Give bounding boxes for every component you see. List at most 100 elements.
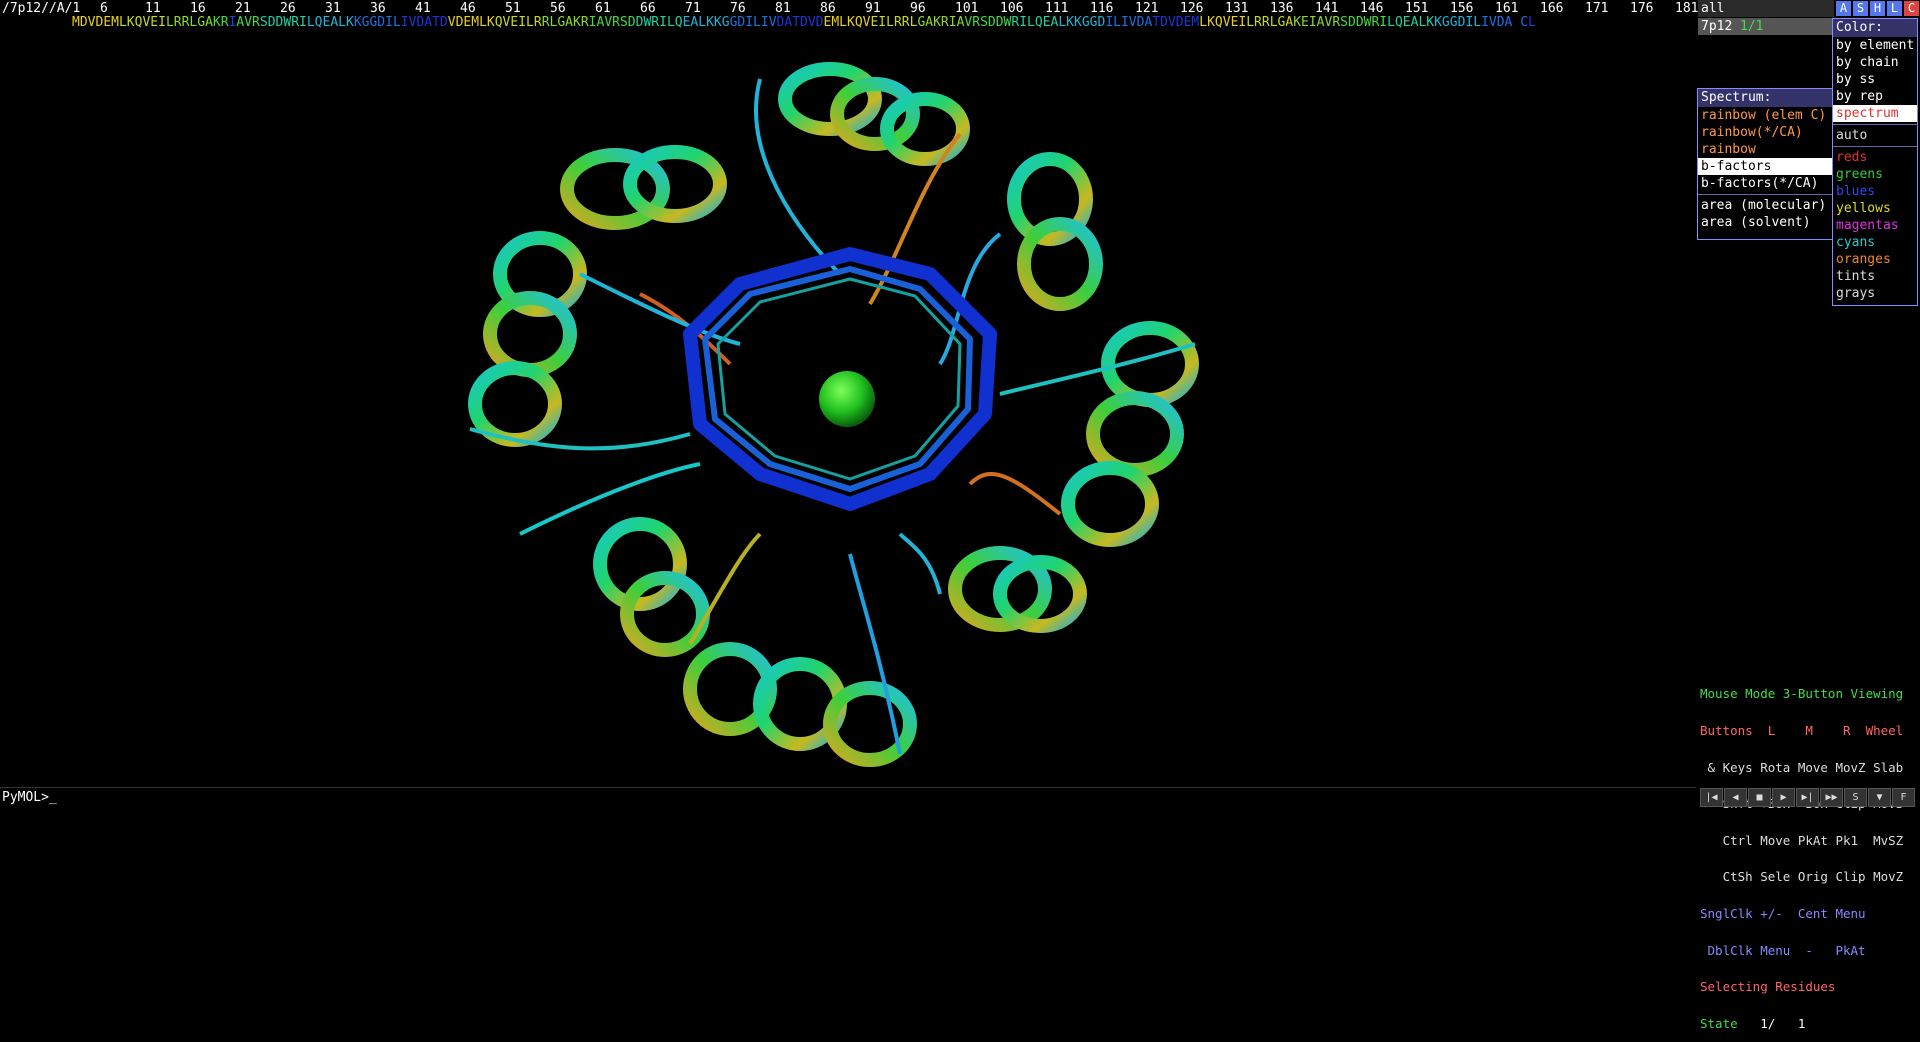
sequence-residue[interactable]: I <box>1121 15 1129 30</box>
object-row-all[interactable]: all <box>1698 0 1834 17</box>
sequence-residue[interactable]: A <box>925 15 933 30</box>
sequence-residue[interactable]: D <box>988 15 996 30</box>
sequence-residue[interactable]: R <box>291 15 299 30</box>
sequence-residue[interactable]: K <box>1207 15 1215 30</box>
command-prompt[interactable]: PyMOL>_ <box>2 790 57 805</box>
metal-ion-sphere[interactable] <box>819 371 875 427</box>
sequence-residue[interactable]: K <box>1434 15 1442 30</box>
sequence-residue[interactable]: Q <box>1215 15 1223 30</box>
sequence-residue[interactable]: D <box>80 15 88 30</box>
sequence-residue[interactable]: K <box>346 15 354 30</box>
sequence-residue[interactable]: K <box>573 15 581 30</box>
sequence-residue[interactable]: A <box>424 15 432 30</box>
sequence-residue[interactable]: R <box>1254 15 1262 30</box>
color-menu-item-tints[interactable]: tints <box>1833 268 1917 285</box>
sequence-residue[interactable]: S <box>980 15 988 30</box>
sequence-residue[interactable]: R <box>651 15 659 30</box>
sequence-residue[interactable]: C <box>1520 15 1528 30</box>
sequence-residue[interactable]: G <box>557 15 565 30</box>
sequence-residue[interactable]: E <box>1403 15 1411 30</box>
sequence-residue[interactable]: K <box>714 15 722 30</box>
object-button-s[interactable]: S <box>1853 1 1868 16</box>
sequence-residue[interactable]: D <box>377 15 385 30</box>
color-menu-item-yellows[interactable]: yellows <box>1833 200 1917 217</box>
object-row-7p12[interactable]: 7p12 1/1 <box>1698 18 1834 35</box>
sequence-residue[interactable]: V <box>1168 15 1176 30</box>
transport-button[interactable]: ◀ <box>1724 788 1747 807</box>
sequence-residue[interactable]: D <box>1356 15 1364 30</box>
sequence-residue[interactable]: L <box>1246 15 1254 30</box>
command-line[interactable]: PyMOL>_ <box>0 787 1696 808</box>
sequence-residue[interactable]: D <box>816 15 824 30</box>
transport-button[interactable]: ▶ <box>1772 788 1795 807</box>
sequence-residue[interactable]: D <box>1348 15 1356 30</box>
sequence-residue[interactable]: V <box>808 15 816 30</box>
spectrum-menu[interactable]: Spectrum: rainbow (elem C) rainbow(*/CA) r… <box>1697 88 1833 240</box>
transport-button[interactable]: ▶| <box>1796 788 1819 807</box>
sequence-residue[interactable]: K <box>1293 15 1301 30</box>
color-menu-item-by-chain[interactable]: by chain <box>1833 54 1917 71</box>
sequence-residue[interactable]: D <box>1160 15 1168 30</box>
color-menu[interactable]: Color: by element by chain by ss by rep spec… <box>1832 18 1918 306</box>
transport-button[interactable]: ▶▶ <box>1820 788 1843 807</box>
sequence-residue[interactable]: L <box>839 15 847 30</box>
sequence-residue[interactable]: L <box>1528 15 1536 30</box>
object-button-c[interactable]: C <box>1904 1 1919 16</box>
spectrum-menu-item-area-molecular-[interactable]: area (molecular) <box>1698 197 1832 214</box>
sequence-residue[interactable]: R <box>902 15 910 30</box>
sequence-residue[interactable]: V <box>448 15 456 30</box>
color-menu-item-greens[interactable]: greens <box>1833 166 1917 183</box>
sequence-residue[interactable]: R <box>252 15 260 30</box>
sequence-residue[interactable]: R <box>581 15 589 30</box>
sequence-residue[interactable]: G <box>1082 15 1090 30</box>
sequence-residue[interactable]: Q <box>1395 15 1403 30</box>
sequence-residue[interactable]: A <box>205 15 213 30</box>
sequence-residue[interactable]: E <box>1301 15 1309 30</box>
sequence-residue[interactable]: K <box>1074 15 1082 30</box>
sequence-residue[interactable]: K <box>1426 15 1434 30</box>
object-button-a[interactable]: A <box>1836 1 1851 16</box>
sequence-residue[interactable]: R <box>894 15 902 30</box>
sequence-residue[interactable]: Q <box>855 15 863 30</box>
sequence-residue[interactable]: D <box>800 15 808 30</box>
sequence-residue[interactable]: Q <box>495 15 503 30</box>
sequence-residue[interactable]: K <box>354 15 362 30</box>
sequence-residue[interactable]: D <box>996 15 1004 30</box>
sequence-viewer[interactable]: /7p12//A/1 6 11 16 21 26 31 36 41 46 51 56 61 66 71 76… <box>0 0 1783 34</box>
sequence-residue[interactable]: I <box>761 15 769 30</box>
sequence-residue[interactable]: I <box>1309 15 1317 30</box>
sequence-residue[interactable]: L <box>166 15 174 30</box>
sequence-residue[interactable]: E <box>1043 15 1051 30</box>
sequence-residue[interactable]: R <box>174 15 182 30</box>
sequence-residue[interactable]: R <box>1262 15 1270 30</box>
sequence-residue[interactable]: Q <box>315 15 323 30</box>
color-menu-item-grays[interactable]: grays <box>1833 285 1917 302</box>
sequence-residue[interactable]: K <box>706 15 714 30</box>
sequence-residue[interactable]: I <box>745 15 753 30</box>
sequence-residue[interactable]: A <box>1285 15 1293 30</box>
sequence-residue[interactable]: M <box>831 15 839 30</box>
sequence-residue[interactable]: I <box>518 15 526 30</box>
sequence-residue[interactable]: R <box>534 15 542 30</box>
sequence-residue[interactable]: R <box>612 15 620 30</box>
color-menu-item-by-element[interactable]: by element <box>1833 37 1917 54</box>
sequence-residue[interactable]: V <box>1489 15 1497 30</box>
object-button-l[interactable]: L <box>1887 1 1902 16</box>
color-menu-item-by-ss[interactable]: by ss <box>1833 71 1917 88</box>
sequence-residue[interactable]: V <box>1223 15 1231 30</box>
color-menu-item-cyans[interactable]: cyans <box>1833 234 1917 251</box>
sequence-residue[interactable]: I <box>1481 15 1489 30</box>
sequence-residue[interactable]: G <box>1450 15 1458 30</box>
sequence-residue[interactable]: L <box>393 15 401 30</box>
sequence-residue[interactable]: T <box>1152 15 1160 30</box>
mouse-mode-panel[interactable]: Mouse Mode 3-Button Viewing Buttons L M … <box>1700 664 1920 1042</box>
sequence-residue[interactable]: L <box>338 15 346 30</box>
molecule-viewport[interactable] <box>0 34 1696 787</box>
sequence-residue[interactable]: T <box>792 15 800 30</box>
object-button-h[interactable]: H <box>1870 1 1885 16</box>
transport-button[interactable]: ■ <box>1748 788 1771 807</box>
sequence-residue[interactable]: V <box>604 15 612 30</box>
sequence-residue[interactable]: E <box>150 15 158 30</box>
sequence-residues[interactable]: MDVDEMLKQVEILRRLGAKRIAVRSDDWRILQEALKKGGD… <box>72 15 1536 30</box>
sequence-residue[interactable]: G <box>722 15 730 30</box>
